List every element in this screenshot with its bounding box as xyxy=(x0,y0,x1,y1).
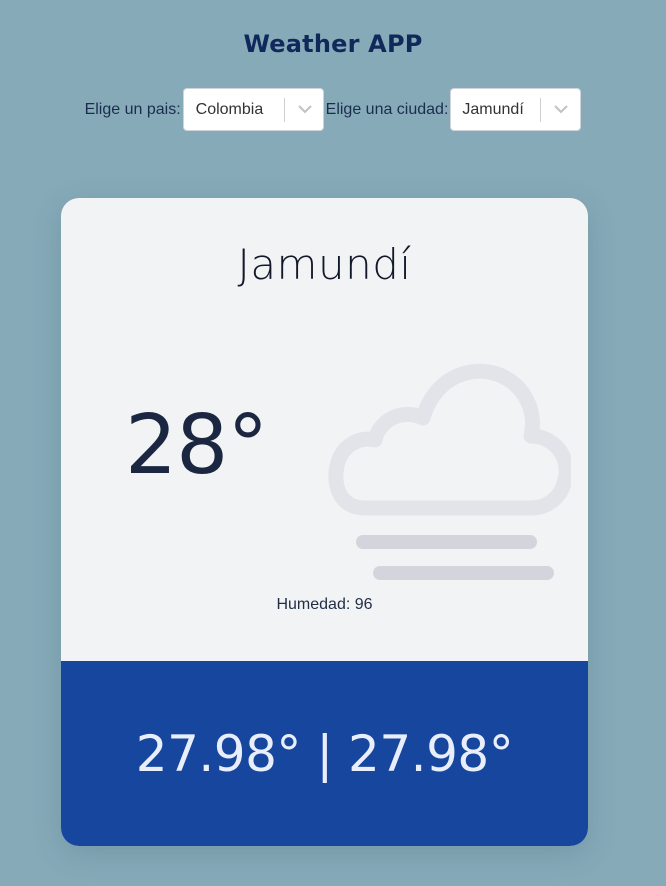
city-select[interactable]: Jamundí xyxy=(450,88,582,131)
current-temperature: 28° xyxy=(125,398,268,493)
chevron-down-icon[interactable] xyxy=(287,89,323,130)
select-separator xyxy=(540,98,542,122)
city-select-label: Elige una ciudad: xyxy=(325,100,449,118)
city-name: Jamundí xyxy=(237,240,412,289)
location-selectors: Elige un pais: Colombia Elige una ciudad… xyxy=(0,88,666,131)
country-select[interactable]: Colombia xyxy=(182,88,324,131)
city-select-value: Jamundí xyxy=(462,100,524,118)
min-max-footer: 27.98° | 27.98° xyxy=(61,661,588,846)
country-select-value: Colombia xyxy=(195,100,264,118)
app-title: Weather APP xyxy=(243,30,423,58)
country-select-label: Elige un pais: xyxy=(84,100,181,118)
fog-cloud-icon xyxy=(328,363,571,580)
chevron-down-icon[interactable] xyxy=(543,89,579,130)
humidity-text: Humedad: 96 xyxy=(276,596,373,613)
select-separator xyxy=(283,98,285,122)
min-max-temperature: 27.98° | 27.98° xyxy=(135,724,514,783)
weather-card: Jamundí 28° Humedad: 96 27.98° | 27.98° xyxy=(61,198,588,846)
